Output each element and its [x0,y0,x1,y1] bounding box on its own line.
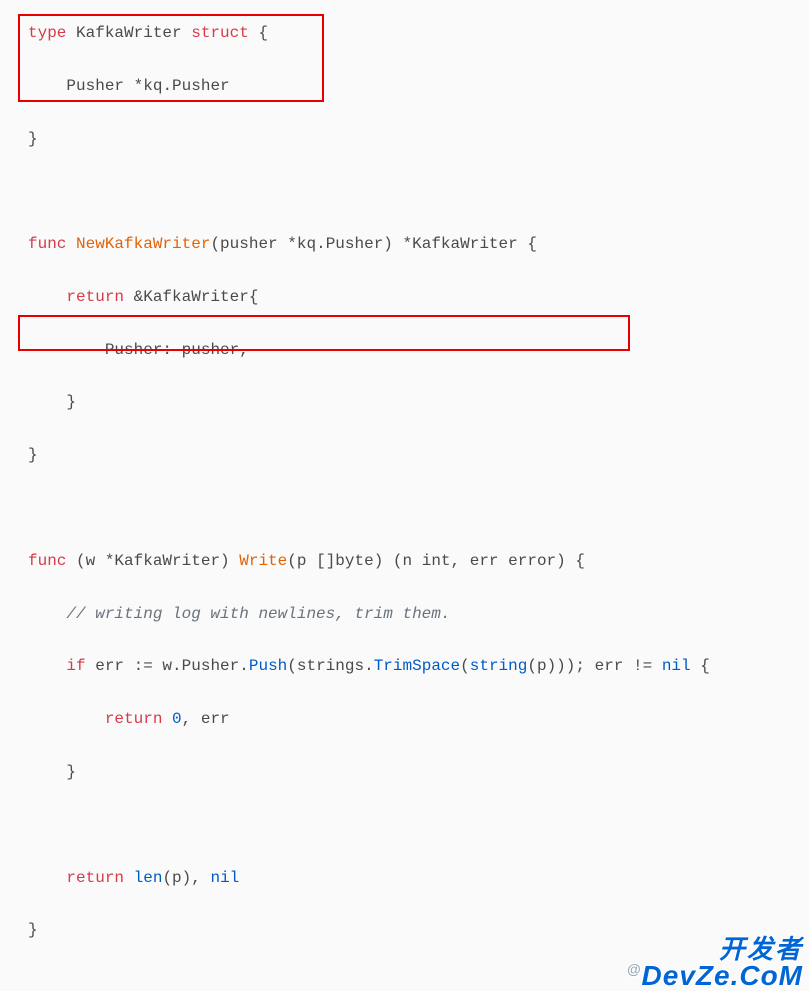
ret-type: KafkaWriter [412,235,518,253]
amp: & [124,288,143,306]
err: err [86,657,134,675]
lparen: ( [66,552,85,570]
field-name: Pusher [66,77,124,95]
keyword-func: func [28,235,66,253]
brace: } [66,763,76,781]
star: * [95,552,114,570]
keyword-return: return [105,710,163,728]
rparen: ) [547,657,557,675]
builtin-string: string [470,657,528,675]
dot: . [239,657,249,675]
pkg-strings: strings [297,657,364,675]
returns: (n int, err error) [383,552,575,570]
arg: p [297,552,307,570]
pkg: kq [297,235,316,253]
space [124,869,134,887]
comma: , [239,341,249,359]
arg-type: []byte [306,552,373,570]
rparen: ) [556,657,566,675]
star: * [134,77,144,95]
type: KafkaWriter [143,288,249,306]
keyword-struct: struct [191,24,249,42]
err: err [191,710,229,728]
var-p: p [172,869,182,887]
keyword-return: return [66,869,124,887]
field: Pusher [105,341,163,359]
rparen: ) [374,552,384,570]
brace: { [249,288,259,306]
semicolon: ; [575,657,594,675]
builtin-len: len [134,869,163,887]
lparen: ( [527,657,537,675]
keyword-if: if [66,657,85,675]
lparen: ( [162,869,172,887]
dot: . [172,657,182,675]
num-zero: 0 [162,710,181,728]
val: pusher [172,341,239,359]
lparen: ( [287,552,297,570]
nil: nil [662,657,691,675]
dot: . [364,657,374,675]
rparen: ) [182,869,192,887]
keyword-type: type [28,24,66,42]
assign: := [134,657,153,675]
star: * [287,235,297,253]
var-p: p [537,657,547,675]
type: KafkaWriter [114,552,220,570]
brace: { [258,24,268,42]
func-name: NewKafkaWriter [76,235,210,253]
type: Pusher [326,235,384,253]
recv: w [86,552,96,570]
brace: { [575,552,585,570]
comment: // writing log with newlines, trim them. [66,605,450,623]
method-name: Write [239,552,287,570]
brace: } [28,446,38,464]
lparen: ( [210,235,220,253]
call-push: Push [249,657,287,675]
code-block: type KafkaWriter struct { Pusher *kq.Pus… [28,20,781,970]
comma: , [191,869,210,887]
call-trimspace: TrimSpace [374,657,460,675]
arg: pusher [220,235,278,253]
rparen: ) [566,657,576,675]
brace: } [66,393,76,411]
recv: w [153,657,172,675]
brace: { [518,235,537,253]
brace: } [28,921,38,939]
pkg: kq [143,77,162,95]
keyword-return: return [66,288,124,306]
colon: : [162,341,172,359]
nil: nil [210,869,239,887]
dot: . [316,235,326,253]
brace: } [28,130,38,148]
field: Pusher [182,657,240,675]
err2: err [595,657,624,675]
comma: , [182,710,192,728]
ret-star: * [393,235,412,253]
neq: != [623,657,661,675]
type: Pusher [172,77,230,95]
lparen: ( [460,657,470,675]
rparen: ) [220,552,239,570]
lparen: ( [287,657,297,675]
dot: . [162,77,172,95]
brace: { [691,657,710,675]
keyword-func: func [28,552,66,570]
rparen: ) [383,235,393,253]
type-name: KafkaWriter [76,24,182,42]
